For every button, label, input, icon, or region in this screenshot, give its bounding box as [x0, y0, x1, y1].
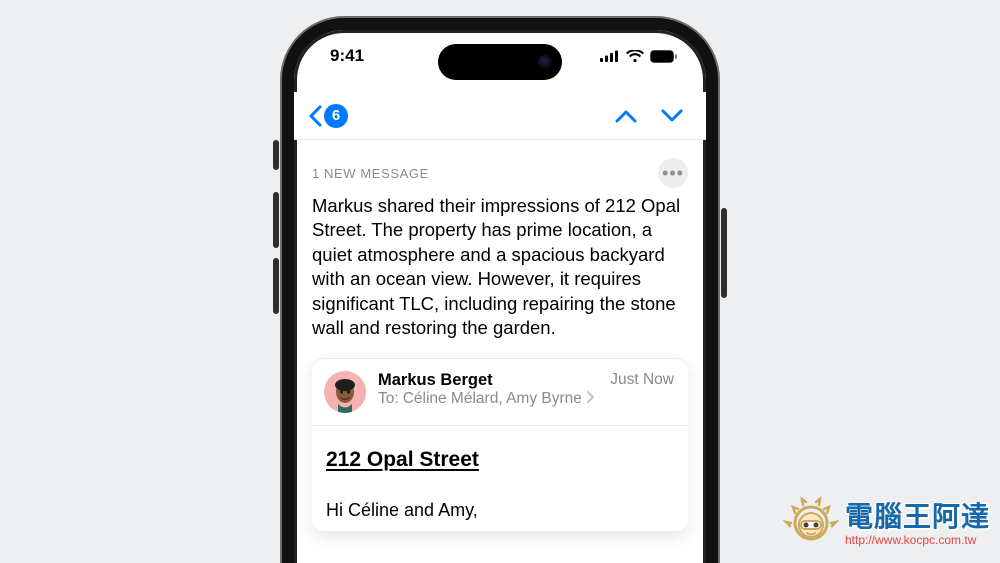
volume-up-button: [273, 192, 279, 248]
watermark: 電腦王阿達 http://www.kocpc.com.tw: [783, 493, 990, 549]
ellipsis-icon: •••: [662, 164, 684, 182]
ai-summary-text: Markus shared their impressions of 212 O…: [312, 194, 688, 340]
power-button: [721, 208, 727, 298]
back-button[interactable]: 6: [308, 104, 348, 128]
message-timestamp: Just Now: [610, 371, 674, 389]
recipients: Céline Mélard, Amy Byrne: [403, 390, 582, 408]
sender-avatar: [324, 371, 366, 413]
watermark-url: http://www.kocpc.com.tw: [845, 533, 990, 547]
message-greeting: Hi Céline and Amy,: [326, 500, 674, 521]
new-message-label: 1 NEW MESSAGE: [312, 166, 429, 181]
inbox-count-badge: 6: [324, 104, 348, 128]
previous-message-button[interactable]: [614, 108, 638, 124]
chevron-right-icon: [586, 390, 594, 408]
to-label: To:: [378, 390, 399, 408]
message-header[interactable]: Markus Berget To: Céline Mélard, Amy Byr…: [312, 359, 688, 426]
wifi-icon: [626, 50, 644, 63]
more-button[interactable]: •••: [658, 158, 688, 188]
dynamic-island: [438, 44, 562, 80]
message-body: 212 Opal Street Hi Céline and Amy,: [312, 426, 688, 531]
message-card[interactable]: Markus Berget To: Céline Mélard, Amy Byr…: [312, 358, 688, 531]
volume-down-button: [273, 258, 279, 314]
status-time: 9:41: [330, 46, 364, 66]
camera-lens: [538, 55, 552, 69]
next-message-button[interactable]: [660, 108, 684, 124]
nav-bar: 6: [294, 92, 706, 140]
mail-content: 1 NEW MESSAGE ••• Markus shared their im…: [294, 140, 706, 531]
cellular-icon: [600, 50, 620, 62]
mute-switch: [273, 140, 279, 170]
mascot-icon: [783, 493, 839, 549]
sender-name: Markus Berget: [378, 371, 598, 390]
recipients-row[interactable]: To: Céline Mélard, Amy Byrne: [378, 390, 598, 408]
watermark-text: 電腦王阿達: [845, 495, 990, 535]
phone-frame: 9:41 6 1 NE: [282, 18, 718, 563]
message-subject: 212 Opal Street: [326, 448, 674, 472]
battery-icon: [650, 50, 678, 63]
